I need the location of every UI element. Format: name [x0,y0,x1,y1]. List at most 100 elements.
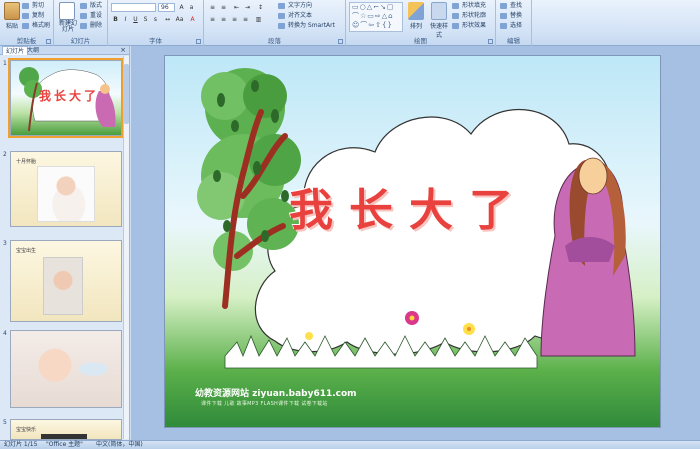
shape-effects-button[interactable]: 形状效果 [452,22,486,30]
format-painter-label: 格式刷 [32,22,51,29]
justify-icon[interactable]: ≡ [241,16,250,24]
thumbnail-row-4[interactable]: 4 [0,330,124,410]
drawing-launcher[interactable] [488,39,493,44]
increase-indent-icon[interactable]: ⇥ [243,4,252,12]
paste-button[interactable]: 粘贴 [3,2,21,30]
shape-row-3: ☺⌒⇦⇧{} [352,21,393,29]
scrollbar-thumb[interactable] [124,64,129,124]
close-icon[interactable]: × [120,46,126,55]
thumbnail-slide-5[interactable]: 宝宝快乐 [10,419,122,440]
decrease-indent-icon[interactable]: ⇤ [232,4,241,12]
font-group: 96 A a B I U S s ↔ Aa A 字体 [108,0,204,46]
thumbnail-2-title: 十月怀胎 [16,159,37,165]
select-button[interactable]: 选择 [500,22,522,30]
bullets-icon[interactable]: ≡ [208,4,217,12]
copy-button[interactable]: 复制 [22,12,44,20]
align-text-label: 对齐文本 [288,12,313,19]
thumbnail-number: 1 [3,60,7,67]
thumbnail-3-title: 宝宝出生 [16,248,37,254]
slide-count: 幻灯片 1/15 [4,441,38,448]
arrange-button[interactable]: 排列 [406,2,426,30]
thumbnail-slide-2[interactable]: 十月怀胎 [10,151,122,227]
clipboard-launcher[interactable] [46,39,51,44]
thumbnail-slide-3[interactable]: 宝宝出生 [10,240,122,322]
language-indicator[interactable]: 中文(简体，中国) [96,441,143,449]
format-painter-button[interactable]: 格式刷 [22,22,50,30]
thumbnail-slide-4[interactable] [10,330,122,408]
columns-icon[interactable]: ▥ [254,16,263,24]
italic-icon[interactable]: I [121,16,130,24]
thumbnail-row-3[interactable]: 3 宝宝出生 [0,240,124,324]
shape-fill-label: 形状填充 [462,2,487,9]
font-name-box[interactable] [111,3,156,12]
text-direction-label: 文字方向 [288,2,313,9]
thumbnail-3-photo [43,257,83,315]
shadow-icon[interactable]: s [151,16,160,24]
shapes-gallery[interactable]: ▭○△⌐↘▢ ⌒☆▭⇨△⌂ ☺⌒⇦⇧{} [349,2,403,32]
char-spacing-icon[interactable]: ↔ [163,16,172,24]
find-button[interactable]: 查找 [500,2,522,10]
thumbnail-row-1[interactable]: 1 我长大了 [0,58,124,138]
font-color-icon[interactable]: A [188,16,197,24]
site-watermark: 幼教资源网站 ziyuan.baby611.com [195,389,357,399]
reset-button[interactable]: 重设 [80,12,102,20]
cut-label: 剪切 [32,2,45,9]
align-text-button[interactable]: 对齐文本 [278,12,312,20]
thumbnail-slide-1[interactable]: 我长大了 [8,58,124,138]
reset-label: 重设 [90,12,103,19]
replace-button[interactable]: 替换 [500,12,522,20]
shape-fill-button[interactable]: 形状填充 [452,2,486,10]
underline-icon[interactable]: U [131,16,140,24]
text-direction-button[interactable]: 文字方向 [278,2,312,10]
smartart-button[interactable]: 转换为 SmartArt [278,22,335,30]
replace-label: 替换 [510,12,523,19]
drawing-group-label: 绘图 [414,37,427,45]
thumbnail-number: 4 [3,330,7,337]
line-spacing-icon[interactable]: ↕ [256,4,265,12]
copy-label: 复制 [32,12,45,19]
delete-slide-button[interactable]: 删除 [80,22,102,30]
strikethrough-icon[interactable]: S [141,16,150,24]
cut-button[interactable]: 剪切 [22,2,44,10]
bold-icon[interactable]: B [111,16,120,24]
paragraph-group: ≡ ≡ ⇤ ⇥ ↕ ≡ ≡ ≡ ≡ ▥ 文字方向 对齐文本 转换为 SmartA… [204,0,346,46]
quick-styles-button[interactable]: 快速样式 [428,2,450,39]
arrange-icon [408,2,424,20]
shape-outline-button[interactable]: 形状轮廓 [452,12,486,20]
thumbnail-number: 5 [3,419,7,426]
shape-row-2: ⌒☆▭⇨△⌂ [352,12,394,20]
align-right-icon[interactable]: ≡ [230,16,239,24]
find-label: 查找 [510,2,523,9]
thumbnail-2-photo [37,166,95,222]
grow-font-icon[interactable]: A [177,4,186,12]
layout-button[interactable]: 版式 [80,2,102,10]
new-slide-button[interactable]: 新建幻灯片 [57,2,77,33]
editing-group-label: 编辑 [507,37,520,45]
thumbnail-5-title: 宝宝快乐 [16,427,37,433]
font-launcher[interactable] [196,39,201,44]
slide-title[interactable]: 我长大了 [289,174,529,238]
smartart-label: 转换为 SmartArt [288,22,335,29]
align-left-icon[interactable]: ≡ [208,16,217,24]
ribbon: 粘贴 剪切 复制 格式刷 剪贴板 新建幻灯片 版式 重设 删除 幻灯片 96 A… [0,0,700,46]
slide-canvas[interactable]: 我长大了 幼教资源网站 ziyuan.baby611.com 课件下载 儿歌 故… [164,55,661,428]
shape-outline-label: 形状轮廓 [462,12,487,19]
slide-edit-area: 我长大了 幼教资源网站 ziyuan.baby611.com 课件下载 儿歌 故… [131,46,700,440]
change-case-icon[interactable]: Aa [175,16,184,24]
thumbnail-row-5[interactable]: 5 宝宝快乐 [0,419,124,440]
paste-icon [4,2,20,20]
font-size-box[interactable]: 96 [158,3,175,12]
paragraph-launcher[interactable] [338,39,343,44]
numbering-icon[interactable]: ≡ [219,4,228,12]
slides-group-label: 幻灯片 [70,37,91,45]
clipboard-group: 粘贴 剪切 复制 格式刷 剪贴板 [0,0,54,46]
slides-group: 新建幻灯片 版式 重设 删除 幻灯片 [54,0,108,46]
thumbnail-1-title: 我长大了 [39,89,100,103]
status-bar: 幻灯片 1/15 "Office 主题" 中文(简体，中国) [0,440,700,449]
align-center-icon[interactable]: ≡ [219,16,228,24]
shrink-font-icon[interactable]: a [187,4,196,12]
thumbnail-row-2[interactable]: 2 十月怀胎 [0,151,124,229]
theme-name: "Office 主题" [46,441,83,448]
panel-scrollbar[interactable] [123,56,129,439]
tab-outline[interactable]: 大纲 [24,46,42,55]
